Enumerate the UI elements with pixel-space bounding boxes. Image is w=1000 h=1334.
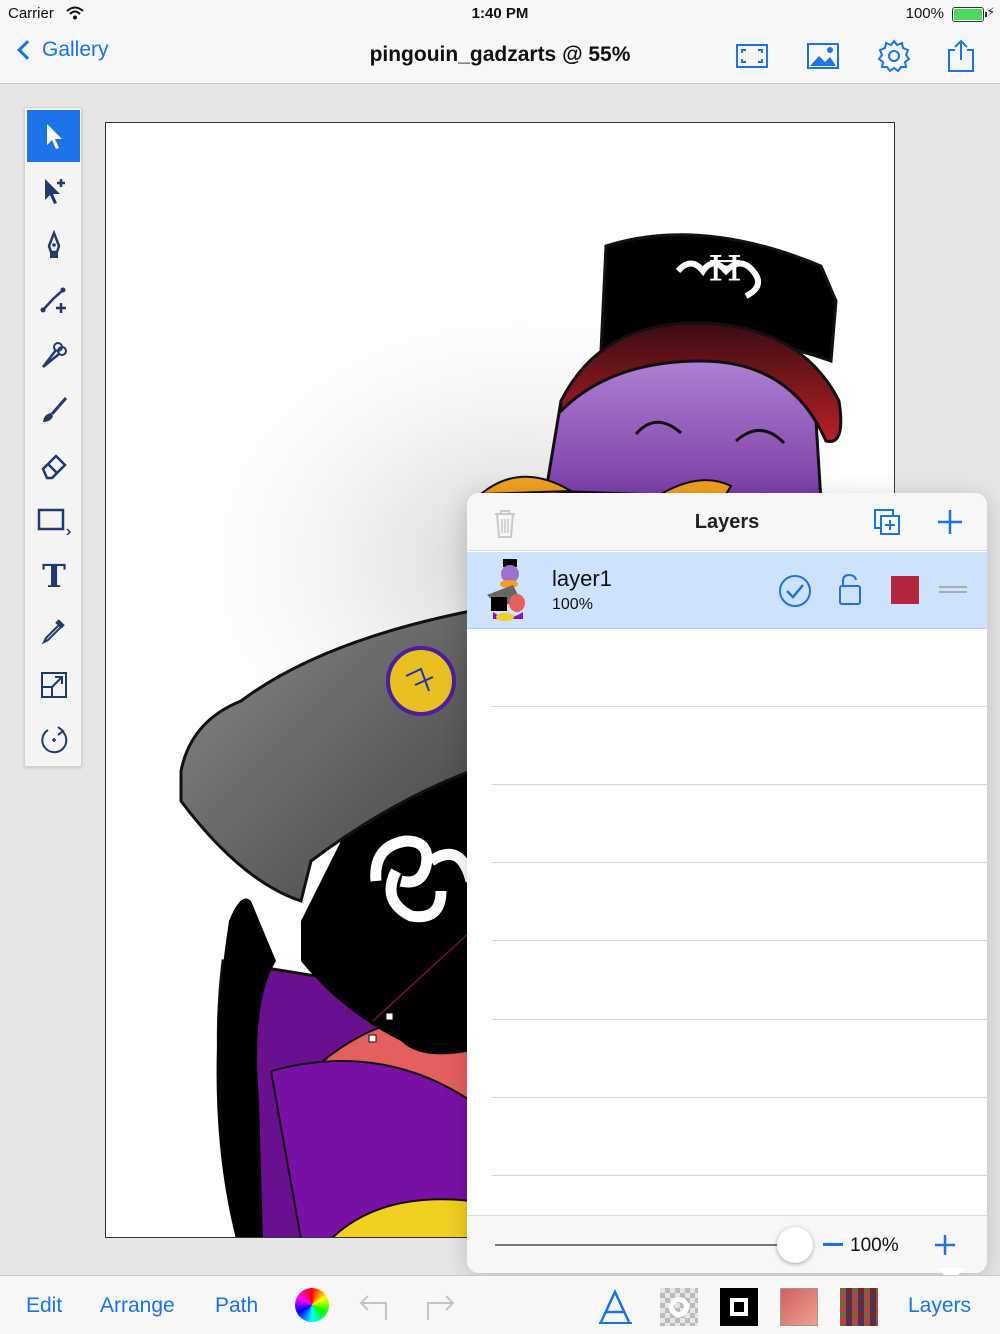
scissors-icon xyxy=(41,342,67,368)
layers-button[interactable]: Layers xyxy=(908,1294,971,1318)
stroke-color-swatch[interactable] xyxy=(720,1288,758,1326)
clock: 1:40 PM xyxy=(471,5,529,22)
color-wheel-icon[interactable] xyxy=(295,1288,329,1322)
battery-icon xyxy=(952,7,987,22)
nav-bar: Gallery pingouin_gadzarts @ 55% xyxy=(0,28,1000,84)
layer-thumbnail xyxy=(487,559,525,621)
add-node-tool[interactable] xyxy=(27,274,80,326)
rectangle-icon xyxy=(37,508,71,535)
layers-header: Layers xyxy=(467,493,987,551)
scissors-tool[interactable] xyxy=(27,329,80,381)
select-tool[interactable] xyxy=(27,110,80,162)
decrease-opacity-button[interactable] xyxy=(823,1243,843,1246)
paintbrush-icon xyxy=(42,397,67,422)
svg-text:T: T xyxy=(42,559,66,591)
shadow-style-icon[interactable] xyxy=(660,1288,698,1326)
layer-name: layer1 xyxy=(552,566,612,591)
layers-popover: Layers layer1 100% 100% xyxy=(467,493,987,1273)
arrange-menu-button[interactable]: Arrange xyxy=(100,1294,175,1318)
bezier-icon xyxy=(40,287,66,313)
image-icon[interactable] xyxy=(805,38,841,74)
tools-palette: T xyxy=(24,107,82,767)
pen-nib-icon xyxy=(47,230,60,258)
redo-icon[interactable] xyxy=(420,1288,458,1326)
eraser-icon xyxy=(41,454,67,480)
settings-gear-icon[interactable] xyxy=(876,38,912,74)
hat-emblem: ꟸ xyxy=(708,243,742,316)
undo-icon[interactable] xyxy=(356,1288,394,1326)
opacity-bar: 100% xyxy=(467,1215,987,1273)
eraser-tool[interactable] xyxy=(27,439,80,491)
increase-opacity-icon[interactable] xyxy=(933,1233,957,1257)
layer-color-swatch[interactable] xyxy=(891,576,919,604)
layers-title: Layers xyxy=(694,511,760,533)
battery-percent: 100% xyxy=(905,5,944,22)
unlock-icon[interactable] xyxy=(835,572,865,608)
path-menu-button[interactable]: Path xyxy=(215,1294,258,1318)
opacity-slider-track[interactable] xyxy=(495,1244,795,1246)
fill-color-swatch[interactable] xyxy=(780,1288,818,1326)
charging-icon: ⚡ xyxy=(986,5,995,19)
pen-tool[interactable] xyxy=(27,219,80,271)
drag-handle-icon[interactable] xyxy=(937,582,969,598)
status-bar: Carrier 1:40 PM 100% ⚡ xyxy=(0,0,1000,28)
bottom-toolbar: Edit Arrange Path Layers xyxy=(0,1275,1000,1334)
text-t-icon: T xyxy=(42,559,66,591)
duplicate-layer-icon[interactable] xyxy=(872,507,902,537)
rotate-tool[interactable] xyxy=(27,714,80,766)
font-style-icon[interactable] xyxy=(596,1288,634,1326)
pattern-swatch[interactable] xyxy=(840,1288,878,1326)
fullscreen-icon[interactable] xyxy=(734,38,770,74)
add-layer-icon[interactable] xyxy=(935,507,965,537)
layer-row[interactable]: layer1 100% xyxy=(467,552,987,629)
edit-menu-button[interactable]: Edit xyxy=(26,1294,62,1318)
layer-opacity: 100% xyxy=(552,596,593,613)
text-tool[interactable]: T xyxy=(27,549,80,601)
brush-tool[interactable] xyxy=(27,384,80,436)
document-title: pingouin_gadzarts @ 55% xyxy=(369,43,631,66)
scale-icon xyxy=(40,672,67,698)
visibility-checkmark-icon[interactable] xyxy=(778,574,812,608)
eyedropper-tool[interactable] xyxy=(27,604,80,656)
opacity-value: 100% xyxy=(850,1235,899,1256)
direct-select-icon xyxy=(44,179,65,204)
rotate-icon xyxy=(40,726,67,754)
transform-tool[interactable] xyxy=(27,659,80,711)
shape-tool[interactable] xyxy=(27,494,80,546)
eyedropper-icon xyxy=(41,619,65,645)
opacity-slider-thumb[interactable] xyxy=(777,1227,813,1263)
share-icon[interactable] xyxy=(943,38,979,74)
node-select-tool[interactable] xyxy=(27,164,80,216)
arrow-pointer-icon xyxy=(46,124,62,149)
